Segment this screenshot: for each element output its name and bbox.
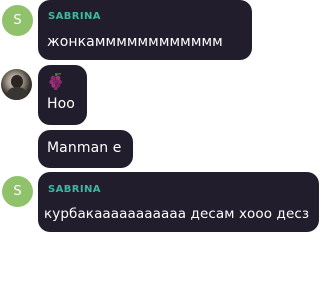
- message-text: Hoo: [47, 96, 75, 112]
- message-text: Manman e: [47, 140, 122, 156]
- message-text: жонкамммммммммммм: [47, 34, 223, 50]
- message-text: курбакааааааааааа десам хооо десз: [44, 206, 310, 222]
- message-bubble[interactable]: SABRINA жонкамммммммммммм: [38, 0, 252, 60]
- sender-avatar[interactable]: S: [2, 176, 33, 207]
- sender-name[interactable]: SABRINA: [48, 184, 101, 195]
- sender-name[interactable]: SABRINA: [48, 11, 101, 22]
- avatar-letter: S: [13, 184, 22, 199]
- message-bubble[interactable]: SABRINA курбакааааааааааа десам хооо дес…: [38, 172, 319, 232]
- grapes-icon: [48, 72, 64, 94]
- user-avatar[interactable]: [1, 69, 32, 100]
- sender-avatar[interactable]: S: [2, 5, 33, 36]
- message-bubble[interactable]: Manman e: [38, 130, 133, 168]
- message-bubble[interactable]: Hoo: [38, 65, 87, 125]
- avatar-letter: S: [13, 13, 22, 28]
